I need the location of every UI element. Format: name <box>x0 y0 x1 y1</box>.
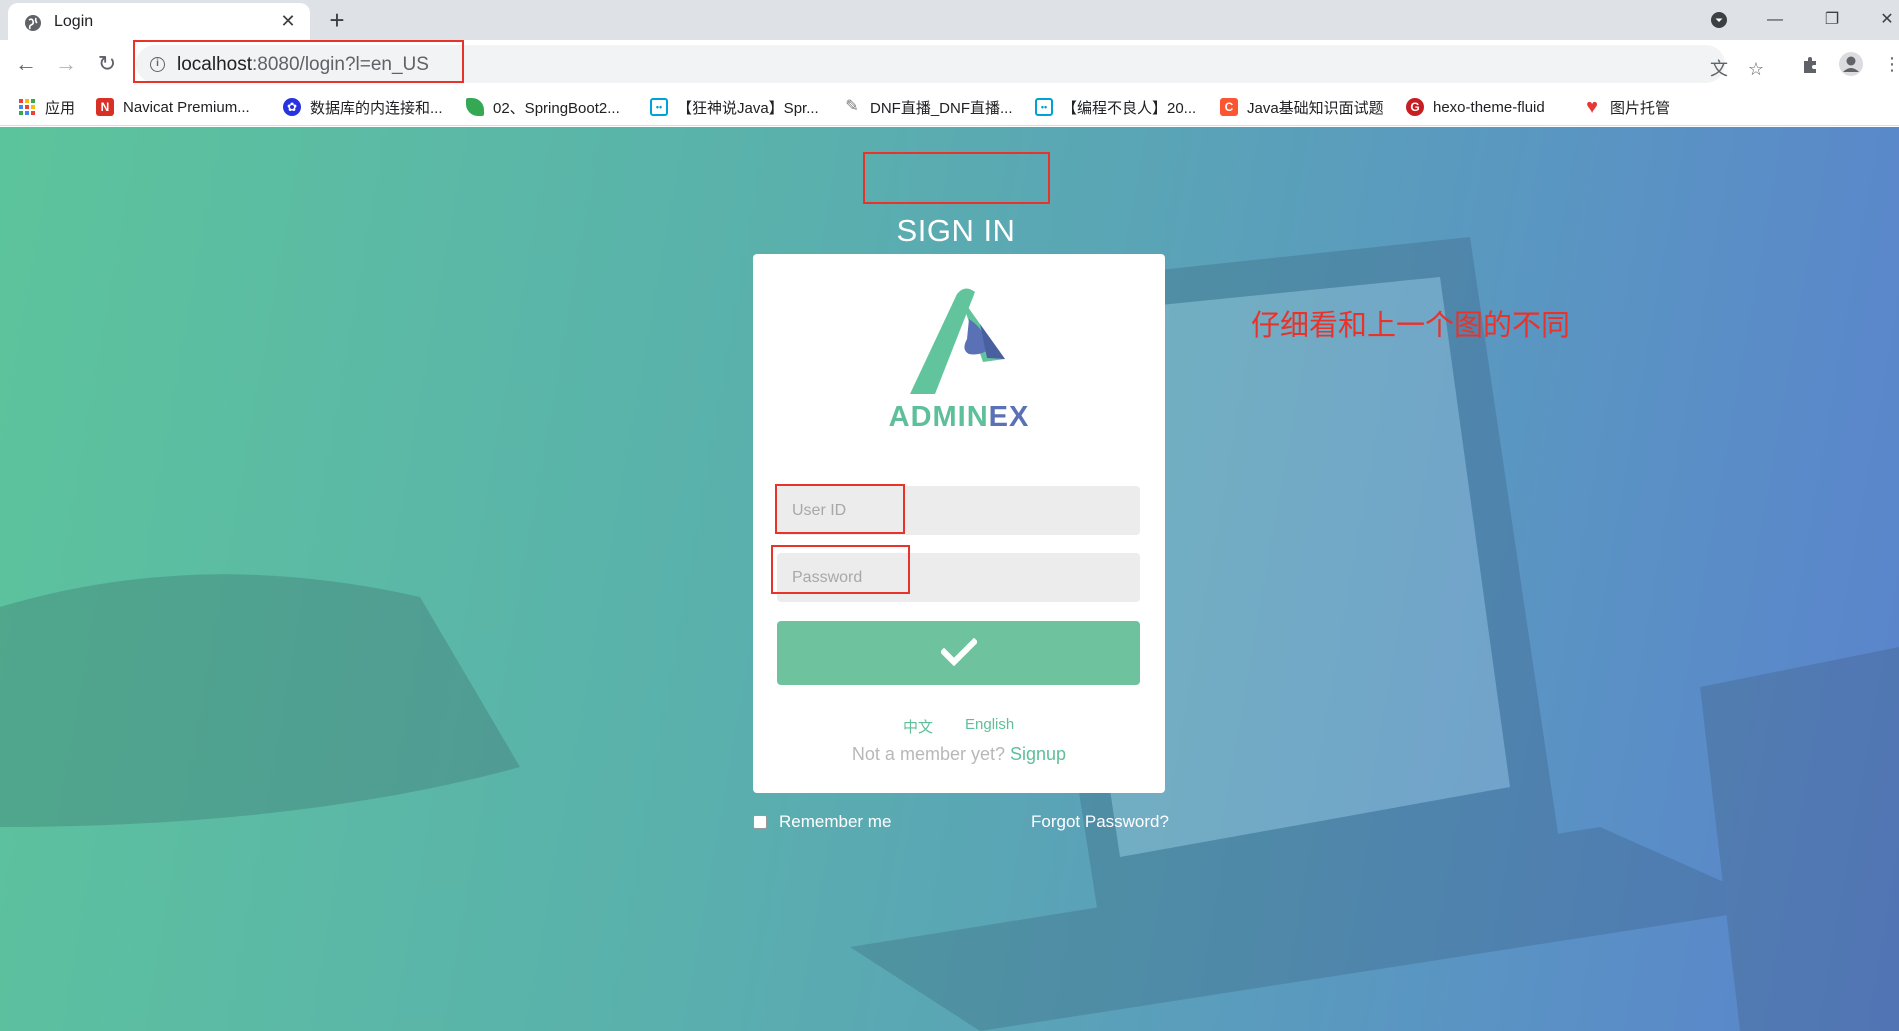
bookmark-label: 图片托管 <box>1610 99 1671 117</box>
sign-in-submit-button[interactable] <box>777 621 1140 685</box>
remember-me-checkbox[interactable] <box>753 815 767 829</box>
signup-link[interactable]: Signup <box>1010 744 1066 764</box>
bookmark-db-join[interactable]: ✿ 数据库的内连接和... <box>283 96 443 118</box>
bookmark-kuangshen[interactable]: •• 【狂神说Java】Spr... <box>650 96 819 118</box>
bookmark-label: 【编程不良人】20... <box>1062 99 1197 117</box>
remember-me[interactable]: Remember me <box>753 812 891 832</box>
bookmark-apps[interactable]: 应用 <box>18 96 75 118</box>
bookmark-label: 应用 <box>45 99 76 117</box>
translate-icon[interactable]: 文 <box>1707 57 1731 81</box>
restore-icon[interactable]: ❐ <box>1817 6 1847 34</box>
language-en-link[interactable]: English <box>965 716 1014 733</box>
bookmark-springboot[interactable]: 02、SpringBoot2... <box>466 96 620 118</box>
signup-prompt: Not a member yet? Signup <box>753 744 1165 765</box>
minimize-icon[interactable]: — <box>1760 6 1790 34</box>
forward-icon[interactable]: → <box>52 50 80 78</box>
bookmark-label: DNF直播_DNF直播... <box>870 99 1013 117</box>
bookmark-label: Java基础知识面试题 <box>1247 99 1384 117</box>
logo-text-ex: EX <box>988 401 1030 433</box>
extensions-icon[interactable] <box>1800 53 1822 75</box>
baidu-paw-icon: ✿ <box>283 98 301 116</box>
bookmark-java-interview[interactable]: C Java基础知识面试题 <box>1220 96 1384 118</box>
heart-icon: ♥ <box>1586 96 1598 118</box>
bilibili-icon: •• <box>1035 98 1053 116</box>
checkmark-icon <box>939 637 978 666</box>
bookmark-hexo-fluid[interactable]: G hexo-theme-fluid <box>1406 96 1545 118</box>
adminex-logo-text: ADMINEX <box>753 401 1165 434</box>
bookmark-label: 02、SpringBoot2... <box>493 99 620 117</box>
forgot-password-link[interactable]: Forgot Password? <box>1031 812 1169 832</box>
bookmark-bianchengbuliangren[interactable]: •• 【编程不良人】20... <box>1035 96 1196 118</box>
navicat-icon: N <box>96 98 114 116</box>
gitee-icon: G <box>1406 98 1424 116</box>
annotation-note: 仔细看和上一个图的不同 <box>1251 310 1571 342</box>
highlight-box-userid <box>775 484 905 534</box>
more-menu-icon[interactable]: ⋮ <box>1880 52 1899 76</box>
highlight-box-url <box>133 40 464 83</box>
bookmark-label: 数据库的内连接和... <box>310 99 443 117</box>
bilibili-icon: •• <box>650 98 668 116</box>
remember-me-label: Remember me <box>779 812 892 831</box>
feather-icon: ✎ <box>845 98 859 115</box>
tab-login[interactable]: Login ✕ <box>8 3 310 40</box>
profile-menu-icon[interactable] <box>1710 11 1728 29</box>
bookmark-label: hexo-theme-fluid <box>1433 98 1545 116</box>
reload-icon[interactable]: ↻ <box>93 50 121 78</box>
bookmark-image-hosting[interactable]: ♥ 图片托管 <box>1583 96 1670 118</box>
bookmark-navicat[interactable]: N Navicat Premium... <box>96 96 250 118</box>
logo-text-admin: ADMIN <box>888 401 989 433</box>
bookmark-dnf[interactable]: ✎ DNF直播_DNF直播... <box>843 96 1013 118</box>
language-zh-link[interactable]: 中文 <box>903 716 933 737</box>
account-avatar-icon[interactable] <box>1838 51 1864 77</box>
globe-icon <box>25 15 41 31</box>
sign-in-heading: SIGN IN <box>896 213 1016 248</box>
close-tab-icon[interactable]: ✕ <box>278 11 298 31</box>
back-icon[interactable]: ← <box>12 50 40 78</box>
close-window-icon[interactable]: ✕ <box>1872 6 1899 34</box>
highlight-box-password <box>771 545 910 594</box>
csdn-icon: C <box>1220 98 1238 116</box>
login-page: SIGN IN ADMINEX 中文 English Not a member … <box>0 127 1899 1031</box>
tab-title: Login <box>54 13 94 30</box>
leaf-icon <box>466 98 484 116</box>
member-text: Not a member yet? <box>851 744 1005 764</box>
tab-strip: Login ✕ + — ❐ ✕ <box>0 0 1899 40</box>
bookmark-star-icon[interactable]: ☆ <box>1744 57 1768 81</box>
apps-grid-icon <box>18 98 36 116</box>
highlight-box-heading <box>863 152 1050 204</box>
adminex-logo-icon <box>910 288 1005 394</box>
bookmark-label: 【狂神说Java】Spr... <box>677 99 819 117</box>
bookmarks-bar: 应用 N Navicat Premium... ✿ 数据库的内连接和... 02… <box>0 88 1899 126</box>
bookmark-label: Navicat Premium... <box>123 98 250 116</box>
new-tab-icon[interactable]: + <box>324 7 350 34</box>
